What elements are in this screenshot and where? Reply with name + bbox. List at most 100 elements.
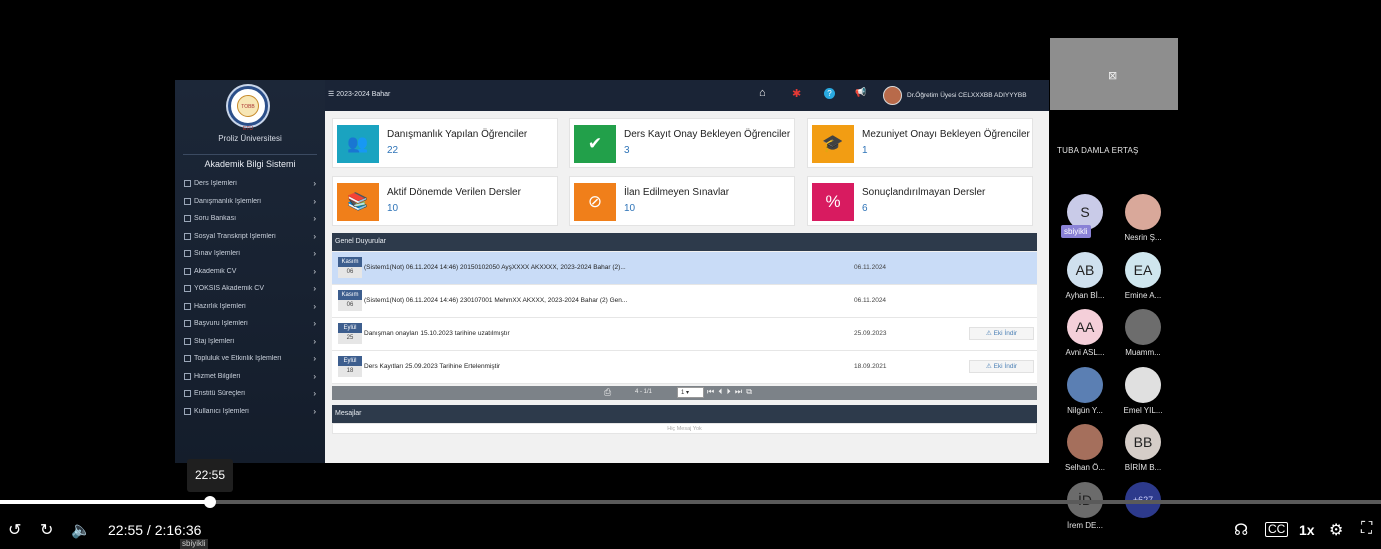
date-badge: Eylül 18 bbox=[338, 356, 362, 379]
logo-text: TOBB ETÜ bbox=[237, 95, 259, 132]
participant-avatar: BB bbox=[1125, 424, 1161, 460]
warning-icon: ⚠ bbox=[985, 330, 994, 337]
menu-item-icon bbox=[184, 232, 191, 240]
sidebar-item-label: Hizmet Bilgileri bbox=[194, 372, 241, 380]
summary-card[interactable]: % Sonuçlandırılmayan Dersler 6 bbox=[807, 176, 1033, 226]
participant-tile[interactable]: BB BİRİM B... bbox=[1115, 424, 1171, 472]
badge-day: 06 bbox=[338, 300, 362, 311]
notification-icon[interactable]: 📢 bbox=[855, 87, 866, 98]
participant-tile[interactable]: AB Ayhan Bİ... bbox=[1057, 251, 1113, 300]
card-title: Sonuçlandırılmayan Dersler bbox=[862, 187, 986, 198]
volume-icon[interactable]: 🔈 bbox=[71, 520, 91, 540]
chevron-right-icon: › bbox=[313, 214, 316, 224]
menu-item-icon bbox=[184, 390, 191, 398]
announcement-text[interactable]: (Sistem1(Not) 06.11.2024 14:46) 20150102… bbox=[364, 264, 626, 271]
sidebar-item[interactable]: Sosyal Transkript İşlemleri › bbox=[184, 228, 316, 246]
sidebar-item[interactable]: Kullanıcı İşlemleri › bbox=[184, 403, 316, 421]
progress-knob[interactable] bbox=[203, 496, 216, 508]
summary-card[interactable]: 🎓 Mezuniyet Onayı Bekleyen Öğrenciler 1 bbox=[807, 118, 1033, 168]
announcement-row[interactable]: Kasım 06 (Sistem1(Not) 06.11.2024 14:46) 2… bbox=[332, 285, 1037, 318]
menu-item-icon bbox=[184, 267, 191, 275]
sidebar-item[interactable]: Başvuru İşlemleri › bbox=[184, 315, 316, 333]
sidebar-item[interactable]: Akademik CV › bbox=[184, 263, 316, 281]
sidebar-item[interactable]: Topluluk ve Etkinlik İşlemleri › bbox=[184, 350, 316, 368]
menu-item-icon bbox=[184, 355, 191, 363]
sidebar-item[interactable]: YÖKSİS Akademik CV › bbox=[184, 280, 316, 298]
bug-icon[interactable]: ✱ bbox=[792, 87, 801, 100]
fullscreen-icon[interactable]: ⛶ bbox=[1361, 520, 1372, 538]
card-icon: ✔ bbox=[574, 125, 616, 163]
divider bbox=[183, 154, 317, 155]
settings-gear-icon[interactable]: ⚙ bbox=[1329, 520, 1343, 540]
captions-icon[interactable]: CC bbox=[1265, 522, 1289, 537]
announcement-row[interactable]: Eylül 25 Danışman onayları 15.10.2023 tari… bbox=[332, 318, 1037, 351]
summary-card[interactable]: 📚 Aktif Dönemde Verilen Dersler 10 bbox=[332, 176, 558, 226]
download-attachment-button[interactable]: ⚠ Eki İndir bbox=[969, 360, 1034, 373]
summary-card[interactable]: 👥 Danışmanlık Yapılan Öğrenciler 22 bbox=[332, 118, 558, 168]
playback-speed[interactable]: 1x bbox=[1299, 522, 1315, 538]
print-icon[interactable]: ⎙ bbox=[604, 387, 611, 398]
announcement-row[interactable]: Eylül 18 Ders Kayıtları 25.09.2023 Tarihin… bbox=[332, 351, 1037, 384]
participant-name: İrem DE... bbox=[1066, 520, 1103, 530]
pager-info: 4 - 1/1 bbox=[635, 389, 653, 395]
announcement-text[interactable]: (Sistem1(Not) 06.11.2024 14:46) 23010700… bbox=[364, 297, 627, 304]
user-avatar[interactable] bbox=[883, 86, 902, 105]
sidebar-item-label: Akademik CV bbox=[194, 267, 237, 275]
download-attachment-button[interactable]: ⚠ Eki İndir bbox=[969, 327, 1034, 340]
summary-card[interactable]: ⊘ İlan Edilmeyen Sınavlar 10 bbox=[569, 176, 795, 226]
participant-tile[interactable]: EA Emine A... bbox=[1115, 251, 1171, 300]
messages-header: Mesajlar bbox=[332, 405, 1037, 423]
sidebar-item-label: YÖKSİS Akademik CV bbox=[194, 285, 265, 293]
participant-tile[interactable]: Emel YIL... bbox=[1115, 366, 1171, 415]
menu-item-icon bbox=[184, 337, 191, 345]
participant-name: BİRİM B... bbox=[1124, 463, 1162, 472]
term-label[interactable]: 2023-2024 Bahar bbox=[328, 90, 390, 98]
participant-name: Nilgün Y... bbox=[1067, 405, 1103, 415]
participant-tile[interactable]: Muamm... bbox=[1115, 309, 1171, 357]
participant-tile[interactable]: Nilgün Y... bbox=[1057, 366, 1113, 415]
rewind-10-icon[interactable]: ↺ bbox=[8, 520, 21, 540]
page-select[interactable]: 1 ▾ bbox=[677, 387, 704, 398]
sidebar-item[interactable]: Sınav İşlemleri › bbox=[184, 245, 316, 263]
sidebar-item[interactable]: Hizmet Bilgileri › bbox=[184, 368, 316, 386]
card-count: 6 bbox=[862, 203, 868, 214]
participant-tile[interactable]: AA Avni ASL... bbox=[1057, 309, 1113, 357]
participant-tile[interactable]: Nesrin Ş... bbox=[1115, 194, 1171, 242]
menu-item-icon bbox=[184, 302, 191, 310]
sidebar-item[interactable]: Enstitü Süreçleri › bbox=[184, 385, 316, 403]
participant-tile[interactable]: Selhan Ö... bbox=[1057, 424, 1113, 472]
menu-item-icon bbox=[184, 215, 191, 223]
date-badge: Kasım 06 bbox=[338, 290, 362, 313]
help-icon[interactable]: ? bbox=[824, 88, 835, 99]
participant-name: Avni ASL... bbox=[1065, 348, 1105, 357]
sidebar-item[interactable]: Soru Bankası › bbox=[184, 210, 316, 228]
menu-item-icon bbox=[184, 407, 191, 415]
warning-icon: ⚠ bbox=[985, 363, 994, 370]
pager-nav-icons[interactable]: ⏮ ⏴ ⏵ ⏭ ⧉ bbox=[707, 387, 753, 397]
chevron-right-icon: › bbox=[313, 389, 316, 399]
audio-description-icon[interactable]: ☊ bbox=[1234, 520, 1248, 540]
presenter-name: TUBA DAMLA ERTAŞ bbox=[1057, 146, 1139, 155]
card-title: Danışmanlık Yapılan Öğrenciler bbox=[387, 129, 528, 140]
sidebar-item[interactable]: Danışmanlık İşlemleri › bbox=[184, 193, 316, 211]
sidebar-item[interactable]: Staj İşlemleri › bbox=[184, 333, 316, 351]
top-bar: 2023-2024 Bahar ⌂ ✱ ? 📢 Dr.Öğretim Üyesi… bbox=[325, 80, 1049, 111]
self-video-tile[interactable]: ⊠ bbox=[1050, 38, 1178, 110]
participant-tile[interactable]: İDİrem DE... bbox=[1057, 481, 1113, 530]
chevron-right-icon: › bbox=[313, 406, 316, 416]
participant-avatar: AA bbox=[1067, 309, 1103, 345]
home-icon[interactable]: ⌂ bbox=[759, 87, 766, 99]
badge-month: Eylül bbox=[338, 323, 362, 333]
announcement-row[interactable]: Kasım 06 (Sistem1(Not) 06.11.2024 14:46) 2… bbox=[332, 252, 1037, 285]
summary-card[interactable]: ✔ Ders Kayıt Onay Bekleyen Öğrenciler 3 bbox=[569, 118, 795, 168]
announcement-date: 06.11.2024 bbox=[854, 264, 887, 271]
date-badge: Kasım 06 bbox=[338, 257, 362, 280]
card-count: 1 bbox=[862, 145, 868, 156]
sidebar-item[interactable]: Ders İşlemleri › bbox=[184, 175, 316, 193]
announcement-text[interactable]: Danışman onayları 15.10.2023 tarihine uz… bbox=[364, 330, 510, 337]
forward-10-icon[interactable]: ↻ bbox=[40, 520, 53, 540]
announcement-text[interactable]: Ders Kayıtları 25.09.2023 Tarihine Ertel… bbox=[364, 363, 500, 370]
user-name[interactable]: Dr.Öğretim Üyesi CELXXXBB ADIYYYBB bbox=[907, 92, 1027, 99]
chevron-right-icon: › bbox=[313, 179, 316, 189]
sidebar-item[interactable]: Hazırlık İşlemleri › bbox=[184, 298, 316, 316]
